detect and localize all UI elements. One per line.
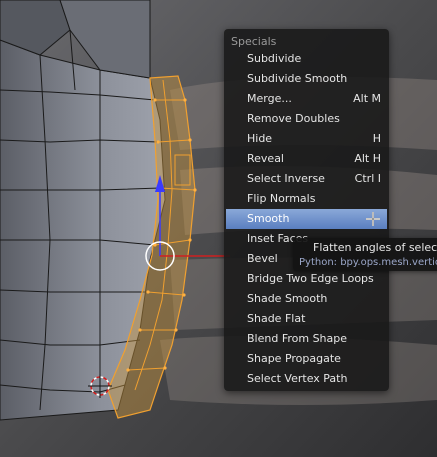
menu-item-flip-normals[interactable]: Flip Normals [224, 189, 389, 209]
menu-item-label: Subdivide [247, 52, 302, 65]
menu-item-merge[interactable]: Merge... Alt M [224, 89, 389, 109]
menu-item-shortcut: H [372, 132, 381, 145]
tooltip-python: Python: bpy.ops.mesh.vertic [299, 257, 437, 268]
tooltip-description: Flatten angles of selected [313, 241, 437, 254]
menu-item-subdivide[interactable]: Subdivide [224, 49, 389, 69]
menu-item-label: Subdivide Smooth [247, 72, 348, 85]
move-cursor-icon [366, 212, 380, 226]
menu-item-shade-smooth[interactable]: Shade Smooth [224, 289, 389, 309]
specials-menu: Specials Subdivide Subdivide Smooth Merg… [224, 29, 389, 391]
menu-item-reveal[interactable]: Reveal Alt H [224, 149, 389, 169]
menu-title: Specials [231, 35, 277, 48]
menu-item-label: Blend From Shape [247, 332, 348, 345]
menu-item-label: Select Vertex Path [247, 372, 348, 385]
menu-item-subdivide-smooth[interactable]: Subdivide Smooth [224, 69, 389, 89]
menu-item-shortcut: Ctrl I [354, 172, 381, 185]
menu-item-label: Merge... [247, 92, 292, 105]
menu-item-shortcut: Alt H [354, 152, 381, 165]
menu-item-label: Shade Flat [247, 312, 306, 325]
menu-item-select-vertex-path[interactable]: Select Vertex Path [224, 369, 389, 389]
menu-item-label: Bevel [247, 252, 278, 265]
menu-item-label: Select Inverse [247, 172, 325, 185]
menu-item-shape-propagate[interactable]: Shape Propagate [224, 349, 389, 369]
menu-item-label: Bridge Two Edge Loops [247, 272, 374, 285]
menu-item-select-inverse[interactable]: Select Inverse Ctrl I [224, 169, 389, 189]
menu-item-label: Hide [247, 132, 273, 145]
menu-item-label: Smooth [247, 212, 290, 225]
menu-item-label: Reveal [247, 152, 284, 165]
menu-item-blend-from-shape[interactable]: Blend From Shape [224, 329, 389, 349]
menu-item-label: Flip Normals [247, 192, 316, 205]
menu-item-shade-flat[interactable]: Shade Flat [224, 309, 389, 329]
menu-items-list: Subdivide Subdivide Smooth Merge... Alt M… [224, 49, 389, 389]
menu-item-label: Remove Doubles [247, 112, 340, 125]
menu-item-shortcut: Alt M [353, 92, 381, 105]
menu-item-remove-doubles[interactable]: Remove Doubles [224, 109, 389, 129]
tooltip: Flatten angles of selected Python: bpy.o… [293, 238, 437, 271]
menu-item-label: Shade Smooth [247, 292, 328, 305]
menu-item-label: Shape Propagate [247, 352, 341, 365]
menu-item-hide[interactable]: Hide H [224, 129, 389, 149]
menu-item-smooth[interactable]: Smooth [226, 209, 387, 229]
menu-item-bridge-two-edge-loops[interactable]: Bridge Two Edge Loops [224, 269, 389, 289]
